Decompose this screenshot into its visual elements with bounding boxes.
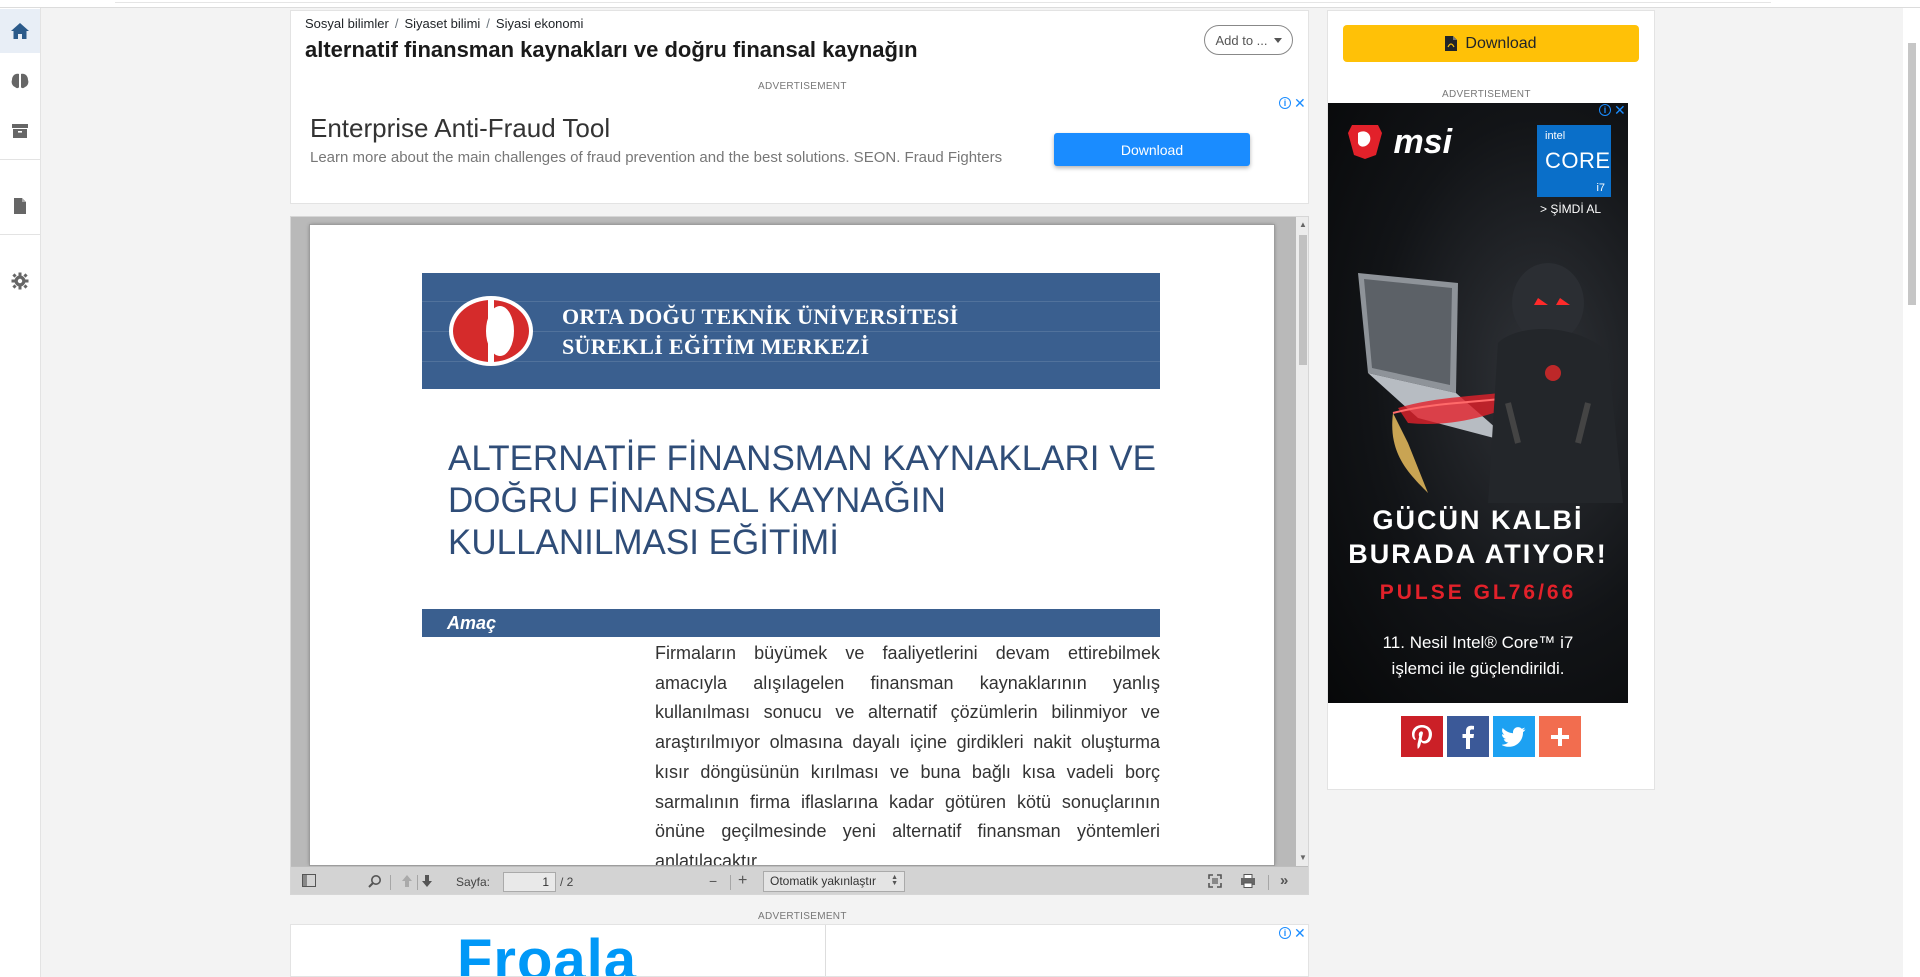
advertisement-label-sidebar: ADVERTISEMENT (1442, 89, 1531, 100)
ad-text: Learn more about the main challenges of … (310, 149, 1003, 166)
zoom-value: Otomatik yakınlaştır (770, 874, 877, 888)
viewer-scrollbar[interactable]: ▲ ▼ (1296, 217, 1308, 866)
scroll-up-icon[interactable]: ▲ (1299, 220, 1307, 229)
ad-title[interactable]: Enterprise Anti-Fraud Tool (310, 113, 610, 144)
info-icon[interactable]: i (1279, 927, 1291, 939)
advertisement-label: ADVERTISEMENT (758, 81, 847, 92)
tools-menu-icon[interactable]: » (1280, 872, 1288, 889)
page-title: alternatif finansman kaynakları ve doğru… (305, 37, 918, 62)
pinterest-icon (1412, 724, 1432, 749)
intel-core-badge: intel CORE i7 (1537, 125, 1611, 197)
twitter-icon (1502, 726, 1526, 747)
plus-icon (1551, 727, 1569, 746)
gear-icon[interactable] (0, 259, 40, 303)
ad-download-button[interactable]: Download (1054, 133, 1250, 166)
pdf-page: ORTA DOĞU TEKNİK ÜNİVERSİTESİ SÜREKLİ EĞ… (310, 225, 1274, 865)
ad-cpu-line1: 11. Nesil Intel® Core™ i7 (1382, 633, 1574, 652)
download-button[interactable]: Download (1343, 25, 1639, 62)
ad-cpu-line2: işlemci ile güçlendirildi. (1391, 659, 1565, 678)
msi-ad[interactable]: msi intel CORE i7 > ŞİMDİ AL GÜCÜN KALBİ… (1328, 103, 1628, 703)
university-name-line1: ORTA DOĞU TEKNİK ÜNİVERSİTESİ (562, 304, 959, 329)
section-heading: Amaç (447, 613, 497, 633)
page-scroll-thumb[interactable] (1908, 43, 1916, 305)
caret-down-icon (1273, 37, 1282, 43)
msi-dragon-icon (1348, 125, 1382, 159)
download-label: Download (1465, 34, 1537, 52)
breadcrumb-item-social-sciences[interactable]: Sosyal bilimler (305, 16, 389, 31)
next-page-icon[interactable] (421, 874, 433, 888)
froala-logo[interactable]: Froala (457, 927, 637, 976)
previous-page-icon[interactable] (401, 874, 413, 888)
ad-slogan-line1: GÜCÜN KALBİ (1372, 505, 1584, 535)
home-icon[interactable] (0, 9, 40, 53)
archive-icon[interactable] (0, 109, 40, 153)
breadcrumb-item-political-economy[interactable]: Siyasi ekonomi (496, 16, 583, 31)
select-arrows-icon: ▲ ▼ (891, 874, 898, 887)
course-title: ALTERNATİF FİNANSMAN KAYNAKLARI VE DOĞRU… (448, 439, 1156, 562)
fullscreen-icon[interactable] (1208, 874, 1222, 888)
core-label: CORE (1545, 148, 1611, 173)
file-pdf-icon (1445, 36, 1458, 51)
twitter-share-button[interactable] (1493, 716, 1535, 757)
viewer-scroll-thumb[interactable] (1299, 235, 1307, 365)
page-label: Sayfa: (456, 875, 491, 889)
university-name-line2: SÜREKLİ EĞİTİM MERKEZİ (562, 334, 870, 359)
close-icon[interactable]: ✕ (1294, 96, 1306, 110)
close-icon[interactable]: ✕ (1294, 926, 1306, 940)
zoom-out-icon[interactable]: − (709, 873, 717, 889)
add-to-dropdown[interactable]: Add to ... (1204, 25, 1293, 55)
ad-slogan-line2: BURADA ATIYOR! (1348, 539, 1608, 569)
top-bar (0, 0, 1920, 8)
pinterest-share-button[interactable] (1401, 716, 1443, 757)
ad-choices-bottom[interactable]: i ✕ (1279, 926, 1306, 940)
print-icon[interactable] (1240, 874, 1256, 888)
more-share-button[interactable] (1539, 716, 1581, 757)
ad-choices[interactable]: i ✕ (1279, 96, 1306, 110)
buy-now-link[interactable]: > ŞİMDİ AL (1540, 202, 1601, 216)
info-icon[interactable]: i (1279, 97, 1291, 109)
brain-icon[interactable] (0, 59, 40, 103)
msi-logo: msi (1346, 123, 1452, 162)
section-heading-bar: Amaç (422, 609, 1160, 637)
msi-brand: msi (1393, 123, 1453, 161)
body-text: Firmaların büyümek ve faaliyetlerini dev… (655, 643, 1160, 865)
document-icon[interactable] (0, 184, 40, 228)
ad-model: PULSE GL76/66 (1379, 581, 1577, 604)
search-icon[interactable] (368, 874, 382, 888)
advertisement-label-bottom: ADVERTISEMENT (758, 911, 847, 922)
pdf-viewer: ORTA DOĞU TEKNİK ÜNİVERSİTESİ SÜREKLİ EĞ… (290, 216, 1309, 895)
university-banner: ORTA DOĞU TEKNİK ÜNİVERSİTESİ SÜREKLİ EĞ… (422, 273, 1160, 389)
facebook-share-button[interactable] (1447, 716, 1489, 757)
page-total: / 2 (560, 875, 574, 889)
page-number-input[interactable] (503, 872, 556, 892)
sidebar-toggle-icon[interactable] (302, 874, 316, 887)
zoom-in-icon[interactable]: + (738, 872, 747, 890)
info-icon[interactable]: i (1599, 104, 1611, 116)
breadcrumb: Sosyal bilimler / Siyaset bilimi / Siyasi ek… (305, 16, 584, 31)
university-logo (449, 296, 533, 366)
scroll-down-icon[interactable]: ▼ (1299, 853, 1307, 862)
ad-choices-sidebar[interactable]: i ✕ (1599, 103, 1626, 117)
intel-label: intel (1545, 130, 1566, 142)
breadcrumb-item-political-science[interactable]: Siyaset bilimi (404, 16, 480, 31)
facebook-icon (1462, 725, 1474, 749)
viewer-toolbar: Sayfa: / 2 − + Otomatik yakınlaştır ▲▼ » (291, 866, 1308, 894)
laptop-robot-image (1358, 263, 1623, 503)
add-to-label: Add to ... (1215, 32, 1268, 48)
bottom-ad[interactable]: Froala (290, 924, 1309, 977)
page-scrollbar[interactable] (1903, 8, 1920, 977)
i7-label: i7 (1596, 182, 1605, 194)
zoom-select[interactable]: Otomatik yakınlaştır ▲ ▼ (763, 871, 905, 892)
close-icon[interactable]: ✕ (1614, 103, 1626, 117)
left-rail (0, 8, 41, 977)
